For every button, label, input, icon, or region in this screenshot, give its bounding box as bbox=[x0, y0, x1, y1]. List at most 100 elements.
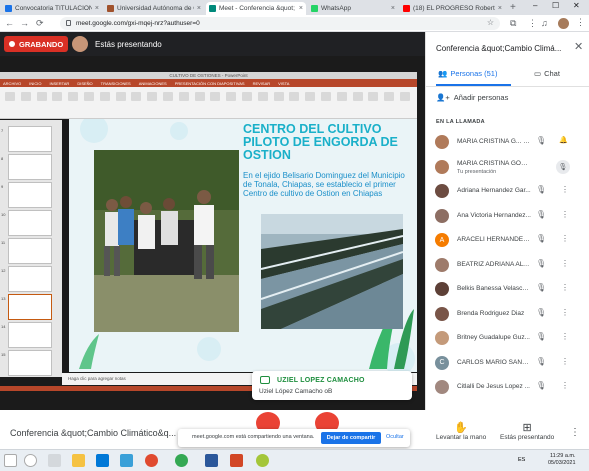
participant-more-icon[interactable]: ⋮ bbox=[561, 210, 569, 219]
participant-row[interactable]: C CARLOS MARIO SANC... 🎙 ⋮ bbox=[426, 352, 589, 376]
ribbon-tab[interactable]: DISEÑO bbox=[77, 81, 92, 86]
ribbon-tab[interactable]: ARCHIVO bbox=[3, 81, 21, 86]
participant-row[interactable]: Belkis Banessa Velasco ... 🎙 ⋮ bbox=[426, 278, 589, 302]
ribbon-button[interactable] bbox=[194, 92, 205, 101]
ribbon-button[interactable] bbox=[5, 92, 15, 101]
pin-icon[interactable]: 🔔 bbox=[559, 136, 568, 144]
mic-off-icon[interactable]: 🎙 bbox=[536, 210, 546, 219]
participant-row[interactable]: Ana Victoria Hernandez... 🎙 ⋮ bbox=[426, 205, 589, 229]
participant-more-icon[interactable]: ⋮ bbox=[561, 259, 569, 268]
tab-chat[interactable]: ▭ Chat bbox=[534, 69, 560, 78]
ribbon-tab[interactable]: TRANSICIONES bbox=[101, 81, 131, 86]
app-icon[interactable] bbox=[256, 454, 269, 467]
ribbon-button[interactable] bbox=[52, 92, 63, 101]
back-icon[interactable]: ← bbox=[5, 18, 14, 28]
more-options-icon[interactable]: ⋮ bbox=[570, 427, 580, 438]
maximize-icon[interactable]: ☐ bbox=[552, 1, 559, 10]
slide-thumbnail[interactable] bbox=[8, 182, 52, 208]
ribbon-button[interactable] bbox=[352, 92, 363, 101]
extension-icon[interactable]: ⧉ bbox=[510, 18, 516, 29]
edge-icon[interactable] bbox=[96, 454, 109, 467]
clock[interactable]: 11:29 a.m. 05/03/2021 bbox=[548, 453, 576, 467]
new-tab-button[interactable]: + bbox=[510, 2, 516, 13]
word-icon[interactable] bbox=[205, 454, 218, 467]
participant-more-icon[interactable]: ⋮ bbox=[561, 357, 569, 366]
participant-row[interactable]: A ARACELI HERNANDEZ ... 🎙 ⋮ bbox=[426, 229, 589, 253]
participant-more-icon[interactable]: ⋮ bbox=[561, 308, 569, 317]
slide-thumbnail[interactable] bbox=[8, 266, 52, 292]
tab-people[interactable]: 👥 Personas (51) bbox=[438, 69, 497, 78]
file-explorer-icon[interactable] bbox=[72, 454, 85, 467]
ribbon-button[interactable] bbox=[115, 92, 126, 101]
hide-notice-button[interactable]: Ocultar bbox=[386, 434, 404, 440]
ribbon-button[interactable] bbox=[36, 92, 47, 101]
slide-thumbnail[interactable] bbox=[8, 154, 52, 180]
ribbon-button[interactable] bbox=[178, 92, 189, 101]
ribbon-tab[interactable]: INICIO bbox=[29, 81, 41, 86]
ribbon-tab[interactable]: REVISAR bbox=[253, 81, 271, 86]
ribbon-button[interactable] bbox=[336, 92, 347, 101]
ribbon-button[interactable] bbox=[400, 92, 410, 101]
ribbon-tab[interactable]: ANIMACIONES bbox=[139, 81, 167, 86]
store-icon[interactable] bbox=[120, 454, 133, 467]
mic-off-icon[interactable]: 🎙 bbox=[536, 357, 546, 366]
ribbon-tab[interactable]: VISTA bbox=[278, 81, 289, 86]
slide-thumbnail[interactable] bbox=[8, 350, 52, 376]
mic-off-icon[interactable]: 🎙 bbox=[536, 381, 546, 390]
ribbon-button[interactable] bbox=[131, 92, 142, 101]
browser-tab[interactable]: Universidad Autónoma de C × bbox=[104, 2, 204, 15]
search-icon[interactable] bbox=[24, 454, 37, 467]
slide-thumbnail[interactable] bbox=[8, 322, 52, 348]
slide-thumbnail[interactable] bbox=[8, 126, 52, 152]
powerpoint-icon[interactable] bbox=[230, 454, 243, 467]
close-tab-icon[interactable]: × bbox=[498, 5, 502, 12]
url-field[interactable]: meet.google.com/gxi-mqej-nrz?authuser=0 … bbox=[60, 17, 500, 30]
mic-off-icon[interactable]: 🎙 bbox=[536, 259, 546, 268]
mic-off-icon[interactable]: 🎙 bbox=[536, 185, 546, 194]
forward-icon[interactable]: → bbox=[20, 18, 29, 28]
mic-off-icon[interactable]: 🎙 bbox=[536, 332, 546, 341]
participant-row[interactable]: MARIA CRISTINA G... (Tú) 🎙 🔔 bbox=[426, 131, 589, 155]
ribbon-tab[interactable]: INSERTAR bbox=[49, 81, 69, 86]
ribbon-button[interactable] bbox=[368, 92, 379, 101]
participant-row[interactable]: Adriana Hernandez Gar... 🎙 ⋮ bbox=[426, 180, 589, 204]
slide-thumbnail[interactable] bbox=[8, 210, 52, 236]
task-view-icon[interactable] bbox=[48, 454, 61, 467]
participant-row[interactable]: Brenda Rodriguez Diaz 🎙 ⋮ bbox=[426, 303, 589, 327]
ribbon-button[interactable] bbox=[289, 92, 300, 101]
participant-row[interactable]: MARIA CRISTINA GONZ... Tu presentación 🎙 bbox=[426, 156, 589, 180]
browser-tab[interactable]: Meet - Conferencia &quot; × bbox=[206, 2, 306, 15]
ribbon-button[interactable] bbox=[68, 92, 79, 101]
participant-more-icon[interactable]: ⋮ bbox=[561, 185, 569, 194]
participant-more-icon[interactable]: ⋮ bbox=[561, 332, 569, 341]
browser-tab[interactable]: Convocatoria TITULACIÓN II × bbox=[2, 2, 102, 15]
ribbon-button[interactable] bbox=[321, 92, 331, 101]
raise-hand-button[interactable]: ✋ Levantar la mano bbox=[436, 422, 486, 441]
ribbon-button[interactable] bbox=[305, 92, 316, 101]
mic-off-icon[interactable]: 🎙 bbox=[536, 283, 546, 292]
profile-avatar[interactable] bbox=[558, 18, 569, 29]
ribbon-button[interactable] bbox=[163, 92, 173, 101]
bookmark-star-icon[interactable]: ☆ bbox=[487, 18, 494, 27]
ribbon-button[interactable] bbox=[147, 92, 158, 101]
close-window-icon[interactable]: ✕ bbox=[573, 1, 580, 10]
slide-thumbnail[interactable] bbox=[8, 294, 52, 320]
chrome-icon[interactable] bbox=[145, 454, 158, 467]
ribbon-button[interactable] bbox=[384, 92, 395, 101]
ribbon-button[interactable] bbox=[84, 92, 94, 101]
mic-off-icon[interactable]: 🎙 bbox=[556, 159, 570, 174]
participant-row[interactable]: Britney Guadalupe Guz... 🎙 ⋮ bbox=[426, 327, 589, 351]
language-indicator[interactable]: ES bbox=[518, 457, 525, 463]
add-people-button[interactable]: 👤+ Añadir personas bbox=[436, 93, 508, 102]
participant-more-icon[interactable]: ⋮ bbox=[561, 283, 569, 292]
ribbon-button[interactable] bbox=[226, 92, 237, 101]
start-icon[interactable] bbox=[4, 454, 17, 467]
mic-off-icon[interactable]: 🎙 bbox=[536, 136, 546, 145]
participant-row[interactable]: Citlalli De Jesus Lopez ... 🎙 ⋮ bbox=[426, 376, 589, 400]
ribbon-button[interactable] bbox=[99, 92, 110, 101]
close-tab-icon[interactable]: × bbox=[299, 5, 303, 12]
chrome-active-icon[interactable] bbox=[175, 454, 188, 467]
ribbon-button[interactable] bbox=[210, 92, 221, 101]
close-tab-icon[interactable]: × bbox=[95, 5, 99, 12]
participant-more-icon[interactable]: ⋮ bbox=[561, 381, 569, 390]
